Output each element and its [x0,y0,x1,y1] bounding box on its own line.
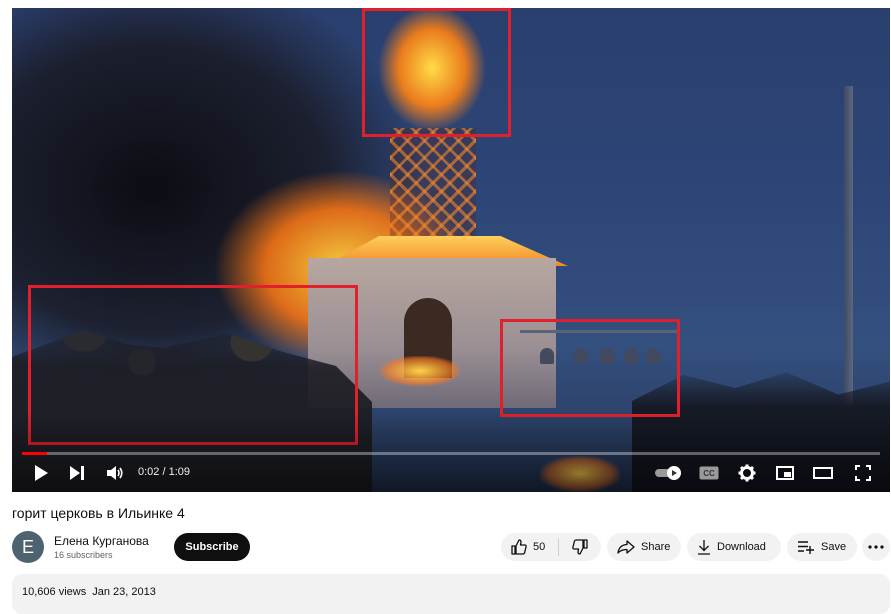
avatar-letter: E [21,536,34,557]
upload-date: Jan 23, 2013 [92,586,156,598]
autoplay-toggle[interactable] [654,460,684,486]
time-display: 0:02 / 1:09 [138,466,190,478]
save-label: Save [821,541,847,553]
share-icon [617,540,635,554]
save-button[interactable]: Save [787,533,857,561]
settings-button[interactable] [736,460,758,486]
theater-button[interactable] [812,460,834,486]
like-button[interactable]: 50 [501,539,558,555]
door-fire [380,356,460,386]
share-button[interactable]: Share [607,533,681,561]
progress-fill [22,452,47,455]
like-dislike-group: 50 [501,533,601,561]
download-icon [698,540,710,555]
captions-button[interactable]: CC [698,460,720,486]
thumbs-up-icon [511,539,527,555]
theater-icon [813,467,833,479]
play-button[interactable] [30,460,52,486]
utility-pole [844,86,853,406]
next-button[interactable] [66,460,88,486]
video-player[interactable]: 0:02 / 1:09 CC [12,8,890,492]
fullscreen-button[interactable] [852,460,874,486]
fullscreen-icon [855,465,871,481]
more-actions-button[interactable] [862,533,890,561]
like-count: 50 [533,541,546,553]
time-separator: / [159,466,169,478]
thumbs-down-icon [572,539,588,555]
autoplay-toggle-icon [655,466,681,480]
captions-icon: CC [699,466,719,480]
channel-avatar[interactable]: E [12,531,44,563]
share-label: Share [641,541,671,553]
highlight-box-bells [500,319,680,417]
volume-button[interactable] [104,460,126,486]
progress-bar[interactable] [22,452,880,455]
dislike-button[interactable] [559,539,601,555]
current-time: 0:02 [138,466,160,478]
play-icon [35,465,48,481]
subscribe-button[interactable]: Subscribe [174,533,250,561]
miniplayer-icon [776,466,794,480]
subscriber-count: 16 subscribers [54,550,113,560]
more-horizontal-icon [868,545,884,549]
download-button[interactable]: Download [687,533,781,561]
total-time: 1:09 [168,466,191,478]
channel-name[interactable]: Елена Курганова [54,534,149,548]
highlight-box-tower [362,8,511,137]
description-meta: 10,606 views Jan 23, 2013 [22,586,162,598]
view-count: 10,606 views [22,586,87,598]
save-to-playlist-icon [798,541,814,554]
video-title: горит церковь в Ильинке 4 [12,505,185,521]
miniplayer-button[interactable] [774,460,796,486]
volume-icon [107,466,123,480]
next-icon [70,466,84,480]
svg-text:CC: CC [703,469,715,478]
settings-icon [738,464,756,482]
download-label: Download [717,541,766,553]
